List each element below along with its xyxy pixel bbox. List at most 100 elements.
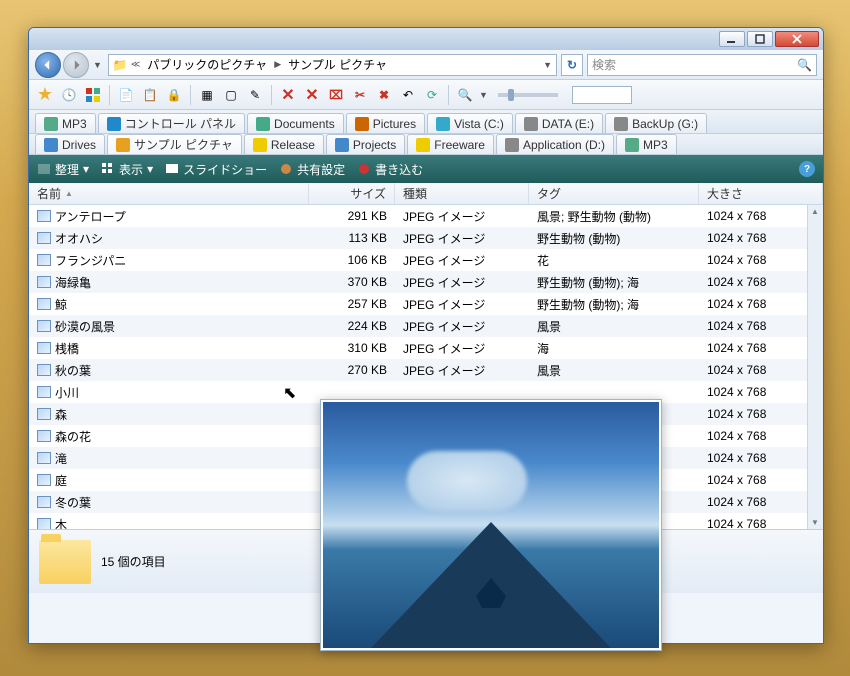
- tab-label: Projects: [353, 138, 396, 152]
- tab-icon: [625, 138, 639, 152]
- tab-strip: MP3コントロール パネルDocumentsPicturesVista (C:)…: [29, 110, 823, 134]
- image-file-icon: [37, 210, 51, 222]
- file-tags: 野生動物 (動物); 海: [529, 296, 699, 313]
- tab-icon: [107, 117, 121, 131]
- image-file-icon: [37, 320, 51, 332]
- file-dimensions: 1024 x 768: [699, 275, 823, 289]
- organize-menu[interactable]: 整理 ▾: [37, 161, 89, 178]
- address-bar[interactable]: 📁 ≪ パブリックのピクチャ ▶ サンプル ピクチャ ▼: [108, 54, 557, 76]
- tab-mp3[interactable]: MP3: [616, 134, 677, 154]
- view-menu[interactable]: 表示 ▾: [101, 161, 153, 178]
- breadcrumb-seg-1[interactable]: パブリックのピクチャ: [143, 55, 271, 74]
- sync-icon[interactable]: ⟳: [422, 85, 442, 105]
- refresh-button[interactable]: ↻: [561, 54, 583, 76]
- file-type: JPEG イメージ: [395, 230, 529, 247]
- select-all-icon[interactable]: ▦: [197, 85, 217, 105]
- column-dimensions[interactable]: 大きさ: [699, 183, 823, 204]
- file-name: 小川: [55, 384, 79, 401]
- file-row[interactable]: フランジパニ106 KBJPEG イメージ花1024 x 768: [29, 249, 823, 271]
- delete-icon[interactable]: ✕: [278, 85, 298, 105]
- column-tag[interactable]: タグ: [529, 183, 699, 204]
- tab-label: Application (D:): [523, 138, 605, 152]
- file-type: JPEG イメージ: [395, 296, 529, 313]
- tab--[interactable]: コントロール パネル: [98, 113, 245, 133]
- search-box[interactable]: 検索 🔍: [587, 54, 817, 76]
- tab-icon: [116, 138, 130, 152]
- maximize-button[interactable]: [747, 31, 773, 47]
- file-size: 310 KB: [309, 341, 395, 355]
- close-button[interactable]: [775, 31, 819, 47]
- forward-button[interactable]: [63, 52, 89, 78]
- favorites-icon[interactable]: ★: [35, 85, 55, 105]
- column-type[interactable]: 種類: [395, 183, 529, 204]
- rename-icon[interactable]: ✎: [245, 85, 265, 105]
- file-tags: 風景: [529, 318, 699, 335]
- zoom-dropdown-icon[interactable]: ▼: [479, 90, 488, 100]
- scrollbar[interactable]: [807, 205, 823, 529]
- file-tags: 野生動物 (動物); 海: [529, 274, 699, 291]
- help-button[interactable]: ?: [799, 161, 815, 177]
- tab-application-d-[interactable]: Application (D:): [496, 134, 614, 154]
- burn-button[interactable]: 書き込む: [357, 161, 423, 178]
- windows-flag-icon[interactable]: [83, 85, 103, 105]
- breadcrumb-seg-2[interactable]: サンプル ピクチャ: [284, 55, 391, 74]
- file-name: オオハシ: [55, 230, 103, 247]
- deselect-icon[interactable]: ▢: [221, 85, 241, 105]
- tab-pictures[interactable]: Pictures: [346, 113, 425, 133]
- file-row[interactable]: オオハシ113 KBJPEG イメージ野生動物 (動物)1024 x 768: [29, 227, 823, 249]
- file-row[interactable]: 鯨257 KBJPEG イメージ野生動物 (動物); 海1024 x 768: [29, 293, 823, 315]
- tab-drives[interactable]: Drives: [35, 134, 105, 154]
- recent-dropdown-icon[interactable]: ▼: [93, 60, 102, 70]
- file-size: 257 KB: [309, 297, 395, 311]
- slideshow-button[interactable]: スライドショー: [165, 161, 267, 178]
- minimize-button[interactable]: [719, 31, 745, 47]
- file-tags: 風景: [529, 362, 699, 379]
- history-icon[interactable]: 🕓: [59, 85, 79, 105]
- cut-icon[interactable]: ✂: [350, 85, 370, 105]
- address-dropdown-icon[interactable]: ▼: [543, 60, 552, 70]
- tab-release[interactable]: Release: [244, 134, 324, 154]
- undo-icon[interactable]: ↶: [398, 85, 418, 105]
- tab-label: サンプル ピクチャ: [134, 136, 233, 153]
- tab-freeware[interactable]: Freeware: [407, 134, 494, 154]
- remove-icon[interactable]: ✖: [374, 85, 394, 105]
- file-size: 291 KB: [309, 209, 395, 223]
- lock-icon[interactable]: 🔒: [164, 85, 184, 105]
- file-dimensions: 1024 x 768: [699, 209, 823, 223]
- tab-icon: [253, 138, 267, 152]
- separator: [109, 85, 110, 105]
- file-tags: 花: [529, 252, 699, 269]
- image-file-icon: [37, 430, 51, 442]
- copy-icon[interactable]: 📋: [140, 85, 160, 105]
- tab-icon: [436, 117, 450, 131]
- file-row[interactable]: 秋の葉270 KBJPEG イメージ風景1024 x 768: [29, 359, 823, 381]
- column-size[interactable]: サイズ: [309, 183, 395, 204]
- tab-mp3[interactable]: MP3: [35, 113, 96, 133]
- file-name: 桟橋: [55, 340, 79, 357]
- tab-vista-c-[interactable]: Vista (C:): [427, 113, 513, 133]
- file-type: JPEG イメージ: [395, 318, 529, 335]
- tab-data-e-[interactable]: DATA (E:): [515, 113, 603, 133]
- tab-icon: [524, 117, 538, 131]
- column-name[interactable]: 名前▲: [29, 183, 309, 204]
- tab-projects[interactable]: Projects: [326, 134, 405, 154]
- file-row[interactable]: 海緑亀370 KBJPEG イメージ野生動物 (動物); 海1024 x 768: [29, 271, 823, 293]
- file-name: 森: [55, 406, 67, 423]
- tab-icon: [44, 138, 58, 152]
- new-item-icon[interactable]: 📄: [116, 85, 136, 105]
- file-name: 冬の葉: [55, 494, 91, 511]
- zoom-slider[interactable]: [498, 93, 558, 97]
- tab--[interactable]: サンプル ピクチャ: [107, 134, 242, 154]
- file-row[interactable]: 桟橋310 KBJPEG イメージ海1024 x 768: [29, 337, 823, 359]
- file-row[interactable]: アンテロープ291 KBJPEG イメージ風景; 野生動物 (動物)1024 x…: [29, 205, 823, 227]
- back-button[interactable]: [35, 52, 61, 78]
- file-row[interactable]: 砂漠の風景224 KBJPEG イメージ風景1024 x 768: [29, 315, 823, 337]
- tab-documents[interactable]: Documents: [247, 113, 344, 133]
- share-button[interactable]: 共有設定: [279, 161, 345, 178]
- delete-small-icon[interactable]: ⌧: [326, 85, 346, 105]
- filter-input[interactable]: [572, 86, 632, 104]
- tab-backup-g-[interactable]: BackUp (G:): [605, 113, 707, 133]
- tab-label: DATA (E:): [542, 117, 594, 131]
- zoom-icon[interactable]: 🔍: [455, 85, 475, 105]
- delete-permanent-icon[interactable]: ✕: [302, 85, 322, 105]
